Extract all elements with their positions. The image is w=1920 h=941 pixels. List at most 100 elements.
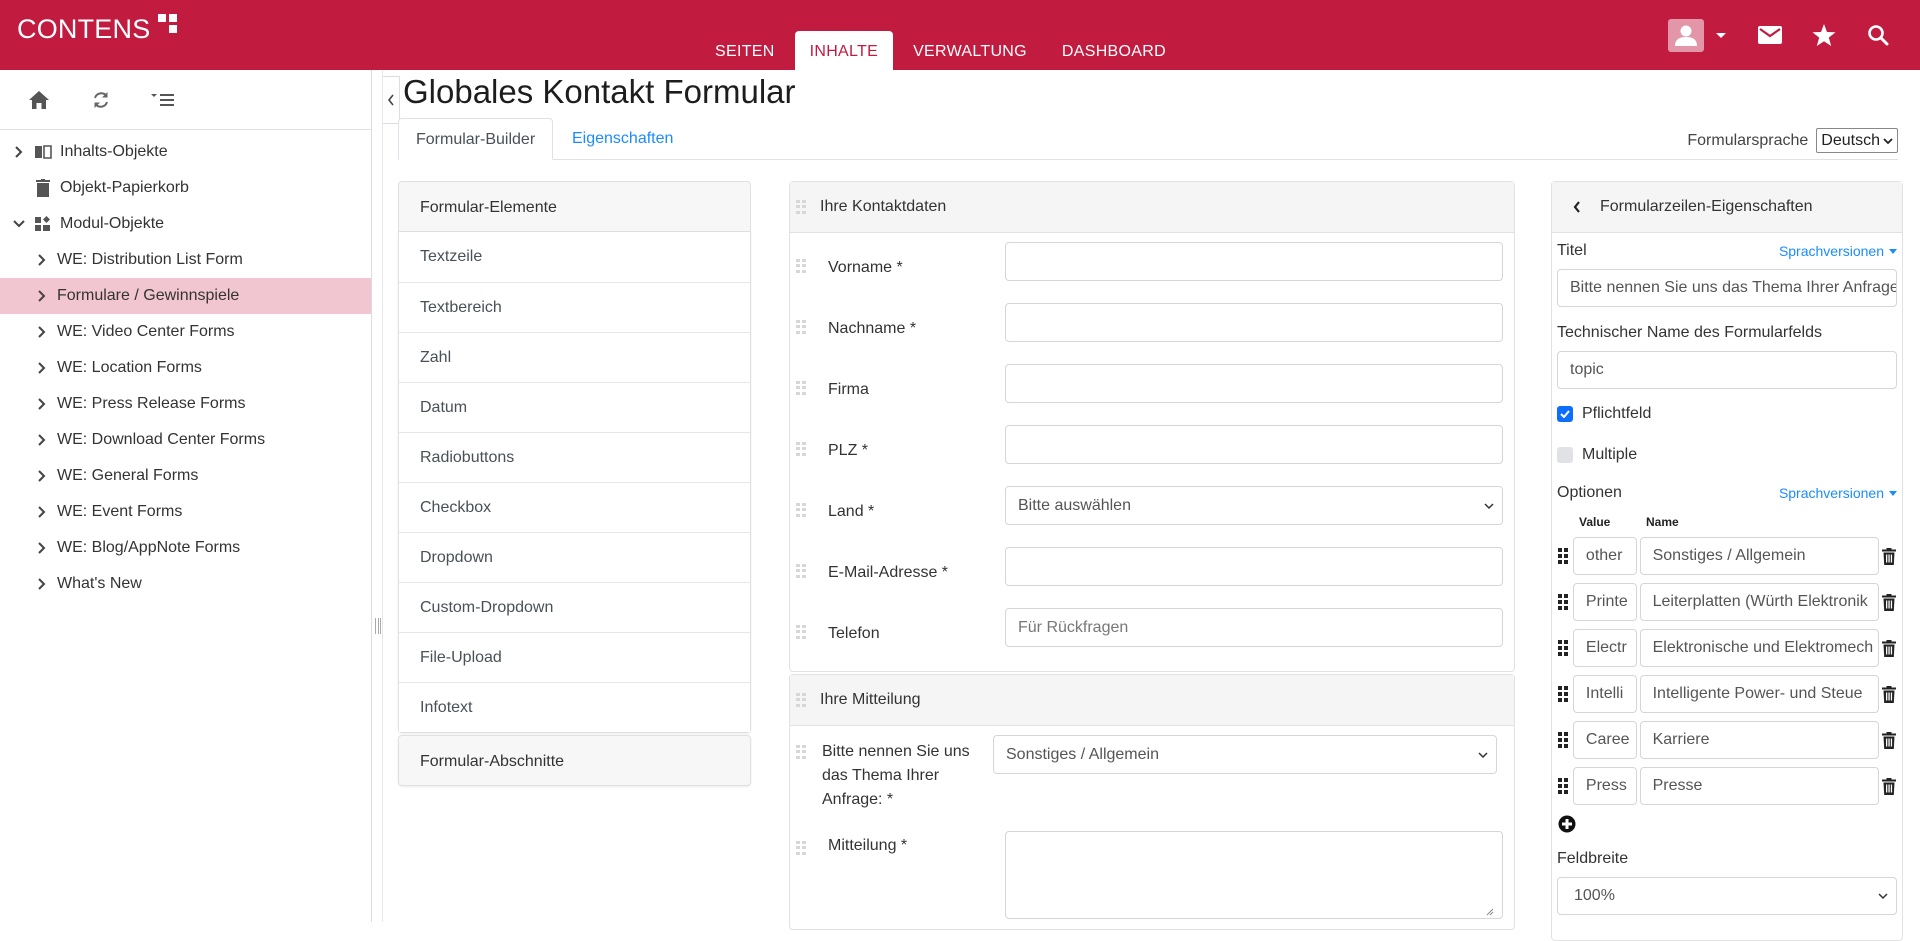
drag-handle-icon[interactable] (796, 745, 806, 759)
form-sections-header[interactable]: Formular-Abschnitte (398, 735, 751, 786)
vorname-input[interactable] (1005, 242, 1503, 281)
checkbox-checked-icon[interactable] (1557, 405, 1573, 422)
tech-name-input[interactable]: topic (1557, 351, 1897, 389)
option-value-input[interactable]: Electr (1572, 629, 1637, 667)
title-input[interactable]: Bitte nennen Sie uns das Thema Ihrer Anf… (1557, 269, 1897, 307)
chevron-right-icon[interactable] (35, 505, 49, 519)
tree-item-modul-objekte[interactable]: Modul-Objekte (0, 206, 371, 242)
form-row[interactable]: Vorname * (790, 242, 1514, 303)
form-row[interactable]: PLZ * (790, 425, 1514, 486)
chevron-down-icon[interactable] (12, 219, 26, 229)
option-name-input[interactable]: Intelligente Power- und Steue (1639, 675, 1880, 713)
drag-handle-icon[interactable] (1558, 732, 1570, 748)
add-option-button[interactable] (1558, 815, 1576, 833)
tree-item-distribution-list-form[interactable]: WE: Distribution List Form (0, 242, 371, 278)
multiple-checkbox[interactable]: Multiple (1557, 434, 1897, 475)
nav-tab-verwaltung[interactable]: VERWALTUNG (898, 31, 1042, 70)
chevron-right-icon[interactable] (35, 325, 49, 339)
tree-item-whats-new[interactable]: What's New (0, 566, 371, 602)
drag-handle-icon[interactable] (796, 564, 806, 578)
chevron-right-icon[interactable] (35, 469, 49, 483)
tab-formular-builder[interactable]: Formular-Builder (398, 118, 554, 160)
user-menu-caret-icon[interactable] (1716, 32, 1726, 38)
option-name-input[interactable]: Elektronische und Elektromech (1639, 629, 1880, 667)
land-select[interactable]: Bitte auswählen (1005, 486, 1503, 525)
form-row[interactable]: E-Mail-Adresse * (790, 547, 1514, 608)
element-textzeile[interactable]: Textzeile (399, 232, 750, 282)
delete-option-button[interactable] (1881, 593, 1897, 611)
chevron-right-icon[interactable] (35, 289, 49, 303)
collapse-sidebar-button[interactable] (383, 76, 400, 124)
element-checkbox[interactable]: Checkbox (399, 482, 750, 532)
tree-item-blog-appnote-forms[interactable]: WE: Blog/AppNote Forms (0, 530, 371, 566)
field-width-select[interactable]: 100% (1557, 877, 1897, 915)
tree-item-event-forms[interactable]: WE: Event Forms (0, 494, 371, 530)
drag-handle-icon[interactable] (796, 381, 806, 395)
option-value-input[interactable]: Caree (1572, 721, 1637, 759)
favorites-button[interactable] (1812, 23, 1836, 47)
drag-handle-icon[interactable] (1558, 640, 1570, 656)
tree-item-inhalts-objekte[interactable]: Inhalts-Objekte (0, 134, 371, 170)
element-zahl[interactable]: Zahl (399, 332, 750, 382)
section-header[interactable]: Ihre Mitteilung (790, 675, 1514, 726)
sidebar-resize-handle[interactable] (373, 70, 383, 922)
option-name-input[interactable]: Leiterplatten (Würth Elektronik (1639, 583, 1880, 621)
drag-handle-icon[interactable] (796, 200, 806, 214)
drag-handle-icon[interactable] (796, 625, 806, 639)
delete-option-button[interactable] (1881, 639, 1897, 657)
drag-handle-icon[interactable] (796, 503, 806, 517)
chevron-right-icon[interactable] (35, 253, 49, 267)
option-value-input[interactable]: Printe (1572, 583, 1637, 621)
nav-tab-inhalte[interactable]: INHALTE (794, 31, 894, 70)
drag-handle-icon[interactable] (796, 442, 806, 456)
option-name-input[interactable]: Sonstiges / Allgemein (1639, 537, 1880, 575)
drag-handle-icon[interactable] (1558, 548, 1570, 564)
tree-item-press-release-forms[interactable]: WE: Press Release Forms (0, 386, 371, 422)
form-row-selected[interactable]: Bitte nennen Sie uns das Thema Ihrer Anf… (790, 726, 1514, 831)
user-avatar-button[interactable] (1668, 18, 1704, 52)
telefon-input[interactable]: Für Rückfragen (1005, 608, 1503, 647)
drag-handle-icon[interactable] (1558, 594, 1570, 610)
delete-option-button[interactable] (1881, 731, 1897, 749)
nav-tab-seiten[interactable]: SEITEN (700, 31, 790, 70)
tree-item-objekt-papierkorb[interactable]: Objekt-Papierkorb (0, 170, 371, 206)
delete-option-button[interactable] (1881, 685, 1897, 703)
option-value-input[interactable]: Press (1572, 767, 1637, 805)
search-button[interactable] (1866, 23, 1890, 47)
drag-handle-icon[interactable] (796, 320, 806, 334)
element-dropdown[interactable]: Dropdown (399, 532, 750, 582)
element-textbereich[interactable]: Textbereich (399, 282, 750, 332)
delete-option-button[interactable] (1881, 777, 1897, 795)
drag-handle-icon[interactable] (796, 841, 806, 855)
option-value-input[interactable]: other (1572, 537, 1637, 575)
filter-list-button[interactable] (150, 87, 176, 113)
drag-handle-icon[interactable] (796, 693, 806, 707)
chevron-right-icon[interactable] (12, 145, 26, 159)
email-input[interactable] (1005, 547, 1503, 586)
checkbox-unchecked-icon[interactable] (1557, 446, 1573, 463)
section-header[interactable]: Ihre Kontaktdaten (790, 182, 1514, 233)
chevron-right-icon[interactable] (35, 577, 49, 591)
properties-back-button[interactable] (1562, 192, 1592, 222)
nachname-input[interactable] (1005, 303, 1503, 342)
home-button[interactable] (26, 87, 52, 113)
drag-handle-icon[interactable] (1558, 686, 1570, 702)
topic-select[interactable]: Sonstiges / Allgemein (993, 735, 1497, 774)
logo[interactable]: CONTENS (17, 14, 178, 45)
option-value-input[interactable]: Intelli (1572, 675, 1637, 713)
element-infotext[interactable]: Infotext (399, 682, 750, 732)
form-row[interactable]: Land * Bitte auswählen (790, 486, 1514, 547)
element-radiobuttons[interactable]: Radiobuttons (399, 432, 750, 482)
tree-item-download-center-forms[interactable]: WE: Download Center Forms (0, 422, 371, 458)
drag-handle-icon[interactable] (1558, 778, 1570, 794)
element-file-upload[interactable]: File-Upload (399, 632, 750, 682)
drag-handle-icon[interactable] (796, 259, 806, 273)
title-language-versions-dropdown[interactable]: Sprachversionen (1779, 243, 1897, 259)
element-datum[interactable]: Datum (399, 382, 750, 432)
mitteilung-textarea[interactable] (1005, 831, 1503, 919)
form-row[interactable]: Telefon Für Rückfragen (790, 608, 1514, 669)
nav-tab-dashboard[interactable]: DASHBOARD (1047, 31, 1181, 70)
element-custom-dropdown[interactable]: Custom-Dropdown (399, 582, 750, 632)
delete-option-button[interactable] (1881, 547, 1897, 565)
tree-item-video-center-forms[interactable]: WE: Video Center Forms (0, 314, 371, 350)
